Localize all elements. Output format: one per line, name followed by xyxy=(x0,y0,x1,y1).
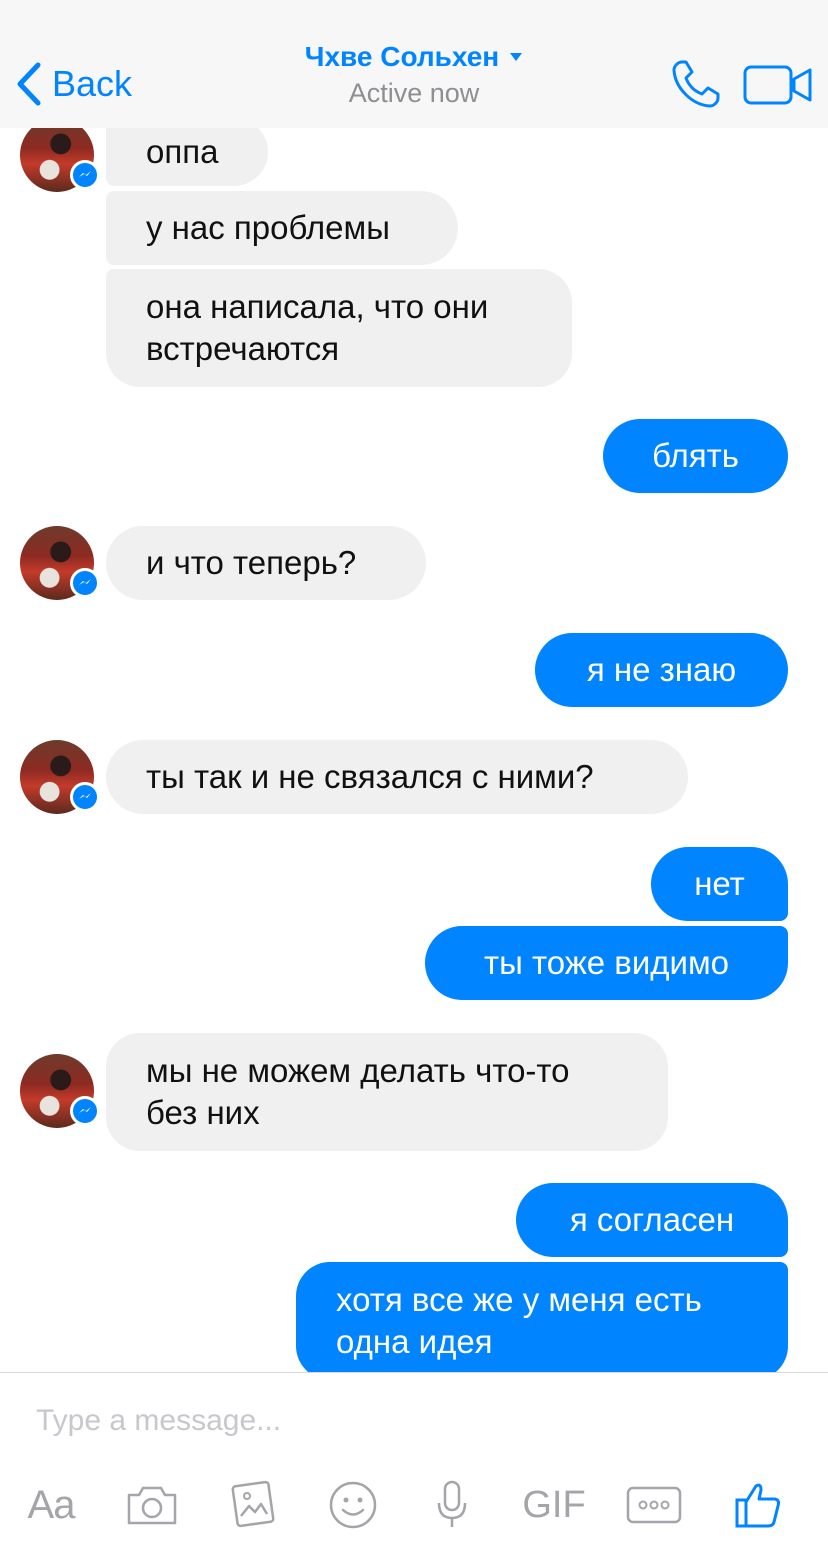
phone-icon xyxy=(672,60,720,108)
text-format-button[interactable]: Aa xyxy=(22,1475,80,1535)
message-text: я не знаю xyxy=(586,651,737,688)
message-bubble-outgoing[interactable]: хотя все же у меня есть одна идея xyxy=(296,1262,788,1372)
message-bubble-outgoing[interactable]: я не знаю xyxy=(535,633,788,707)
message-thread[interactable]: оппа у нас проблемы она написала, что он… xyxy=(0,128,828,1372)
message-bubble-incoming[interactable]: и что теперь? xyxy=(106,526,426,600)
message-text: ты тоже видимо xyxy=(483,944,730,981)
messenger-badge-icon xyxy=(70,782,100,812)
message-input[interactable] xyxy=(36,1399,796,1443)
message-text: хотя все же у меня есть одна идея xyxy=(336,1281,702,1360)
message-composer: Aa GIF xyxy=(0,1372,828,1550)
video-camera-icon xyxy=(743,65,812,105)
photo-button[interactable] xyxy=(226,1475,280,1535)
back-button[interactable]: Back xyxy=(14,58,132,110)
emoji-icon xyxy=(329,1481,377,1529)
microphone-icon xyxy=(437,1480,467,1527)
message-bubble-incoming[interactable]: у нас проблемы xyxy=(106,191,458,265)
message-bubble-incoming[interactable]: она написала, что они встречаются xyxy=(106,269,572,387)
message-text: у нас проблемы xyxy=(146,209,390,246)
message-bubble-incoming[interactable]: оппа xyxy=(106,128,268,186)
message-bubble-outgoing[interactable]: нет xyxy=(651,847,788,921)
contact-avatar[interactable] xyxy=(20,128,100,192)
message-text: ты так и не связался с ними? xyxy=(146,758,594,795)
message-text: нет xyxy=(694,865,745,902)
more-options-button[interactable] xyxy=(625,1475,683,1535)
like-icon xyxy=(735,1483,781,1528)
conversation-header: Back Чхве Сольхен Active now xyxy=(0,0,828,128)
caret-down-icon xyxy=(510,53,523,61)
camera-icon xyxy=(127,1486,177,1525)
contact-avatar[interactable] xyxy=(20,1054,100,1128)
message-text: мы не можем делать что-то без них xyxy=(146,1052,570,1131)
more-icon xyxy=(626,1486,682,1524)
message-text: и что теперь? xyxy=(146,544,357,581)
voice-message-button[interactable] xyxy=(434,1475,470,1535)
messenger-badge-icon xyxy=(70,1096,100,1126)
contact-name-button[interactable]: Чхве Сольхен xyxy=(305,40,523,74)
message-bubble-incoming[interactable]: ты так и не связался с ними? xyxy=(106,740,688,814)
message-bubble-outgoing[interactable]: блять xyxy=(603,419,788,493)
chevron-left-icon xyxy=(17,62,41,106)
gif-icon: GIF xyxy=(522,1483,586,1526)
contact-avatar[interactable] xyxy=(20,526,100,600)
contact-name: Чхве Сольхен xyxy=(304,41,500,72)
emoji-button[interactable] xyxy=(326,1475,380,1535)
video-call-button[interactable] xyxy=(742,62,814,108)
message-text: блять xyxy=(652,437,739,474)
message-bubble-outgoing[interactable]: я согласен xyxy=(516,1183,788,1257)
active-status: Active now xyxy=(348,78,480,108)
message-bubble-outgoing[interactable]: ты тоже видимо xyxy=(425,926,788,1000)
voice-call-button[interactable] xyxy=(668,58,724,110)
camera-button[interactable] xyxy=(124,1475,180,1535)
conversation-title: Чхве Сольхен Active now xyxy=(214,40,614,110)
messenger-badge-icon xyxy=(70,568,100,598)
back-label: Back xyxy=(52,63,133,104)
gif-button[interactable]: GIF xyxy=(518,1475,590,1535)
like-button[interactable] xyxy=(732,1475,784,1535)
text-format-icon: Aa xyxy=(27,1482,76,1527)
message-text: она написала, что они встречаются xyxy=(146,288,489,367)
message-text: я согласен xyxy=(569,1201,735,1238)
contact-avatar[interactable] xyxy=(20,740,100,814)
photo-icon xyxy=(231,1480,275,1528)
messenger-badge-icon xyxy=(70,160,100,190)
message-bubble-incoming[interactable]: мы не можем делать что-то без них xyxy=(106,1033,668,1151)
message-text: оппа xyxy=(146,133,219,170)
